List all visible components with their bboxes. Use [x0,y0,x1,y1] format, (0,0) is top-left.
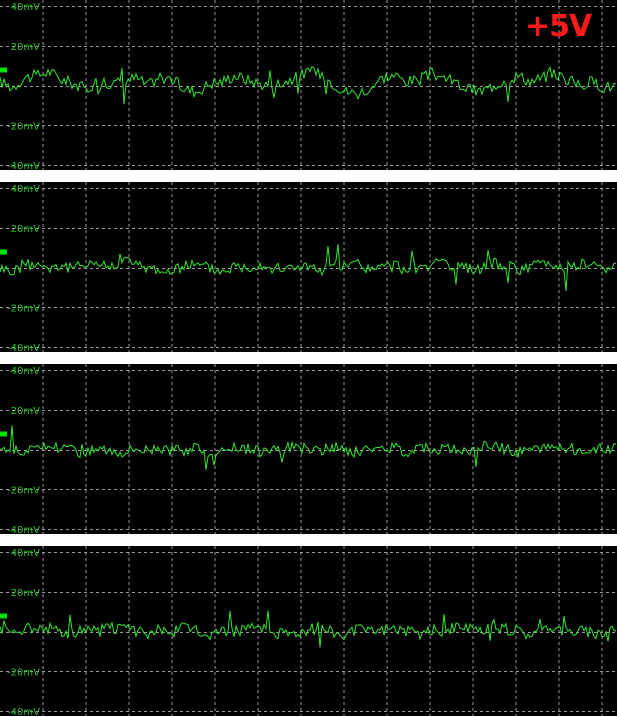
channel-marker [0,67,7,73]
tick-label: -20mV [7,667,40,678]
scope-plot-2: 40mV 20mV -20mV -40mV [0,182,617,352]
chart-title: +5V [525,9,592,44]
tick-label: -20mV [7,121,40,132]
tick-label: -20mV [7,485,40,496]
tick-label: 40mV [11,366,40,377]
tick-label: -40mV [7,707,40,716]
scope-panel-2: 40mV 20mV -20mV -40mV [0,182,617,352]
scope-panel-3: 40mV 20mV -20mV -40mV [0,364,617,534]
tick-label: -20mV [7,303,40,314]
channel-marker [0,431,7,437]
channel-marker [0,613,7,619]
tick-label: -40mV [7,343,40,352]
tick-label: -40mV [7,161,40,170]
signal-trace [0,65,617,105]
scope-plot-3: 40mV 20mV -20mV -40mV [0,364,617,534]
tick-label: 20mV [11,42,40,53]
channel-marker [0,249,7,255]
tick-label: 20mV [11,224,40,235]
tick-label: 40mV [11,184,40,195]
tick-label: 40mV [11,548,40,559]
tick-label: 20mV [11,588,40,599]
scope-plot-4: 40mV 20mV -20mV -40mV [0,546,617,716]
signal-trace [0,610,617,648]
tick-label: -40mV [7,525,40,534]
tick-label: 40mV [11,2,40,13]
signal-trace [0,244,617,291]
tick-label: 20mV [11,406,40,417]
signal-trace [0,425,617,470]
scope-panel-4: 40mV 20mV -20mV -40mV [0,546,617,716]
